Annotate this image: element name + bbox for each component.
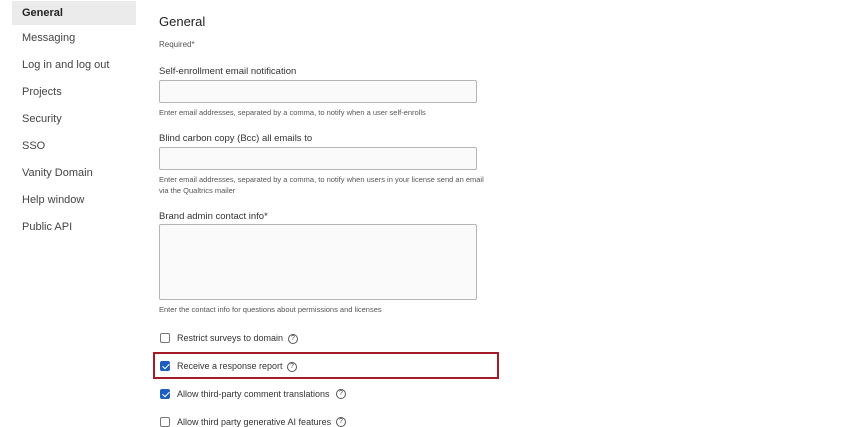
help-question-icon[interactable]: ? bbox=[288, 334, 298, 344]
bcc-email-input[interactable] bbox=[159, 147, 477, 170]
sidebar-item-sso[interactable]: SSO bbox=[12, 133, 136, 160]
highlight-box bbox=[153, 352, 499, 379]
help-question-icon[interactable]: ? bbox=[336, 417, 346, 427]
bcc-help-text: Enter email addresses, separated by a co… bbox=[159, 175, 484, 195]
self-enrollment-email-input[interactable] bbox=[159, 80, 477, 103]
sidebar-item-vanity-domain[interactable]: Vanity Domain bbox=[12, 160, 136, 187]
sidebar-item-security[interactable]: Security bbox=[12, 106, 136, 133]
allow-generative-ai-label: Allow third party generative AI features bbox=[177, 417, 332, 427]
sidebar-item-public-api[interactable]: Public API bbox=[12, 214, 136, 241]
sidebar-item-help-window[interactable]: Help window bbox=[12, 187, 136, 214]
brand-admin-contact-help-text: Enter the contact info for questions abo… bbox=[159, 305, 382, 314]
allow-comment-translations-checkbox[interactable] bbox=[160, 389, 170, 399]
self-enrollment-help-text: Enter email addresses, separated by a co… bbox=[159, 108, 426, 117]
settings-sidebar: General Messaging Log in and log out Pro… bbox=[12, 0, 136, 241]
help-question-icon[interactable]: ? bbox=[336, 389, 346, 399]
brand-admin-contact-label: Brand admin contact info* bbox=[159, 211, 268, 222]
restrict-surveys-checkbox[interactable] bbox=[160, 333, 170, 343]
sidebar-item-login-logout[interactable]: Log in and log out bbox=[12, 52, 136, 79]
allow-comment-translations-label: Allow third-party comment translations bbox=[177, 389, 330, 399]
restrict-surveys-label: Restrict surveys to domain bbox=[177, 333, 284, 343]
self-enrollment-label: Self-enrollment email notification bbox=[159, 66, 297, 77]
sidebar-item-projects[interactable]: Projects bbox=[12, 79, 136, 106]
sidebar-item-general[interactable]: General bbox=[12, 1, 136, 25]
required-note: Required* bbox=[159, 40, 195, 49]
sidebar-item-messaging[interactable]: Messaging bbox=[12, 25, 136, 52]
page-title: General bbox=[159, 14, 206, 29]
allow-generative-ai-checkbox[interactable] bbox=[160, 417, 170, 427]
brand-admin-contact-textarea[interactable] bbox=[159, 224, 477, 300]
bcc-label: Blind carbon copy (Bcc) all emails to bbox=[159, 133, 313, 144]
